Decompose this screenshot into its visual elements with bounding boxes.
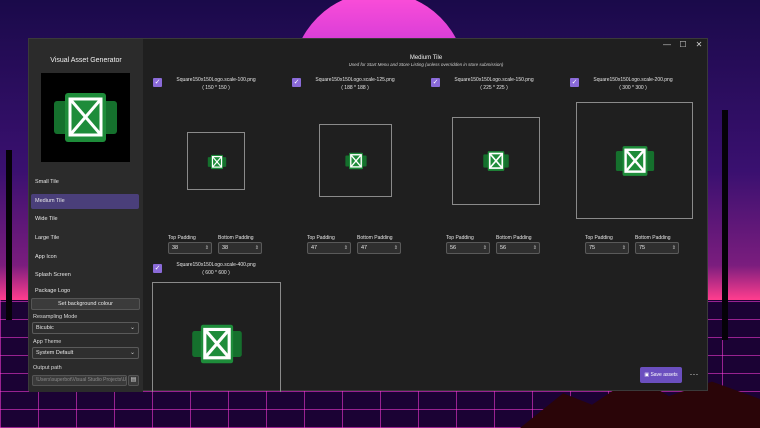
bottom-padding-value: 47 bbox=[361, 245, 368, 251]
bottom-padding-value: 38 bbox=[222, 245, 229, 251]
top-padding-value: 75 bbox=[589, 245, 596, 251]
sidebar: Visual Asset Generator Small Tile Medium… bbox=[29, 39, 143, 392]
app-logo-icon bbox=[483, 151, 509, 171]
app-logo-icon bbox=[207, 154, 227, 170]
stepper-icon[interactable]: ⇕ bbox=[622, 243, 626, 253]
asset-dimensions: ( 188 * 188 ) bbox=[341, 85, 369, 91]
stepper-icon[interactable]: ⇕ bbox=[205, 243, 209, 253]
bottom-padding-label: Bottom Padding bbox=[496, 235, 532, 241]
set-background-colour-button[interactable]: Set background colour bbox=[31, 298, 140, 310]
top-padding-label: Top Padding bbox=[307, 235, 335, 241]
stepper-icon[interactable]: ⇕ bbox=[394, 243, 398, 253]
sidebar-item-wide-tile[interactable]: Wide Tile bbox=[31, 212, 139, 227]
top-padding-value: 56 bbox=[450, 245, 457, 251]
stepper-icon[interactable]: ⇕ bbox=[255, 243, 259, 253]
asset-dimensions: ( 150 * 150 ) bbox=[202, 85, 230, 91]
wallpaper-palm-left bbox=[6, 150, 12, 320]
close-button[interactable]: ✕ bbox=[693, 39, 705, 51]
asset-filename: Square150x150Logo.scale-150.png bbox=[454, 77, 534, 83]
sidebar-item-package-logo[interactable]: Package Logo bbox=[31, 286, 139, 296]
top-padding-label: Top Padding bbox=[446, 235, 474, 241]
save-assets-button[interactable]: ▣ Save assets bbox=[640, 367, 682, 383]
asset-dimensions: ( 225 * 225 ) bbox=[480, 85, 508, 91]
stepper-icon[interactable]: ⇕ bbox=[483, 243, 487, 253]
asset-filename: Square150x150Logo.scale-200.png bbox=[593, 77, 673, 83]
asset-filename: Square150x150Logo.scale-100.png bbox=[176, 77, 256, 83]
bottom-padding-input[interactable]: 56 ⇕ bbox=[496, 242, 540, 254]
sidebar-item-large-tile[interactable]: Large Tile bbox=[31, 231, 139, 246]
top-padding-value: 47 bbox=[311, 245, 318, 251]
bottom-padding-input[interactable]: 38 ⇕ bbox=[218, 242, 262, 254]
more-options-button[interactable]: ··· bbox=[687, 367, 701, 383]
asset-preview-frame bbox=[319, 124, 392, 197]
sidebar-item-medium-tile[interactable]: Medium Tile bbox=[31, 194, 139, 209]
asset-dimensions: ( 300 * 300 ) bbox=[619, 85, 647, 91]
maximize-button[interactable]: ☐ bbox=[677, 39, 689, 51]
bottom-padding-label: Bottom Padding bbox=[218, 235, 254, 241]
resampling-label: Resampling Mode bbox=[33, 314, 78, 320]
wallpaper-palm-right bbox=[722, 110, 728, 340]
minimize-button[interactable]: — bbox=[661, 39, 673, 51]
asset-preview-frame bbox=[576, 102, 693, 219]
stepper-icon[interactable]: ⇕ bbox=[672, 243, 676, 253]
output-path-label: Output path bbox=[33, 365, 62, 371]
asset-dimensions: ( 600 * 600 ) bbox=[202, 270, 230, 276]
tile-preview bbox=[41, 73, 130, 162]
top-padding-input[interactable]: 47 ⇕ bbox=[307, 242, 351, 254]
page-subtitle: Used for Start Menu and Store Listing (u… bbox=[348, 62, 504, 67]
stepper-icon[interactable]: ⇕ bbox=[344, 243, 348, 253]
sidebar-item-small-tile[interactable]: Small Tile bbox=[31, 175, 139, 190]
bottom-padding-value: 75 bbox=[639, 245, 646, 251]
asset-filename: Square150x150Logo.scale-125.png bbox=[315, 77, 395, 83]
chevron-down-icon: ⌄ bbox=[129, 325, 135, 331]
top-padding-input[interactable]: 38 ⇕ bbox=[168, 242, 212, 254]
top-padding-label: Top Padding bbox=[585, 235, 613, 241]
sidebar-item-app-icon[interactable]: App Icon bbox=[31, 250, 139, 265]
app-window: Visual Asset Generator Small Tile Medium… bbox=[28, 38, 709, 392]
asset-filename: Square150x150Logo.scale-400.png bbox=[176, 262, 256, 268]
theme-value: System Default bbox=[36, 350, 74, 356]
top-padding-label: Top Padding bbox=[168, 235, 196, 241]
bottom-padding-input[interactable]: 47 ⇕ bbox=[357, 242, 401, 254]
main-panel: Medium Tile Used for Start Menu and Stor… bbox=[143, 51, 709, 392]
resampling-select[interactable]: Bicubic ⌄ bbox=[32, 322, 139, 334]
page-title: Medium Tile bbox=[409, 55, 443, 61]
top-padding-value: 38 bbox=[172, 245, 179, 251]
save-assets-label: Save assets bbox=[650, 372, 678, 378]
bottom-padding-label: Bottom Padding bbox=[635, 235, 671, 241]
app-logo-icon bbox=[345, 152, 367, 170]
sidebar-item-splash-screen[interactable]: Splash Screen bbox=[31, 268, 139, 283]
bottom-padding-input[interactable]: 75 ⇕ bbox=[635, 242, 679, 254]
app-logo-icon bbox=[192, 324, 242, 364]
app-logo-icon bbox=[54, 93, 117, 142]
stepper-icon[interactable]: ⇕ bbox=[533, 243, 537, 253]
bottom-padding-label: Bottom Padding bbox=[357, 235, 393, 241]
bottom-padding-value: 56 bbox=[500, 245, 507, 251]
top-padding-input[interactable]: 56 ⇕ bbox=[446, 242, 490, 254]
app-logo-icon bbox=[615, 146, 655, 176]
asset-preview-frame bbox=[152, 282, 281, 392]
asset-preview-frame bbox=[187, 132, 245, 190]
theme-label: App Theme bbox=[33, 339, 62, 345]
chevron-down-icon: ⌄ bbox=[129, 350, 135, 356]
output-path-field[interactable]: \Users\superbot\Visual Studio Projects\U… bbox=[32, 375, 127, 386]
asset-preview-frame bbox=[452, 117, 540, 205]
browse-folder-button[interactable]: ▤ bbox=[128, 375, 139, 386]
top-padding-input[interactable]: 75 ⇕ bbox=[585, 242, 629, 254]
app-title: Visual Asset Generator bbox=[50, 57, 122, 64]
resampling-value: Bicubic bbox=[36, 325, 54, 331]
folder-icon: ▤ bbox=[130, 377, 137, 383]
theme-select[interactable]: System Default ⌄ bbox=[32, 347, 139, 359]
